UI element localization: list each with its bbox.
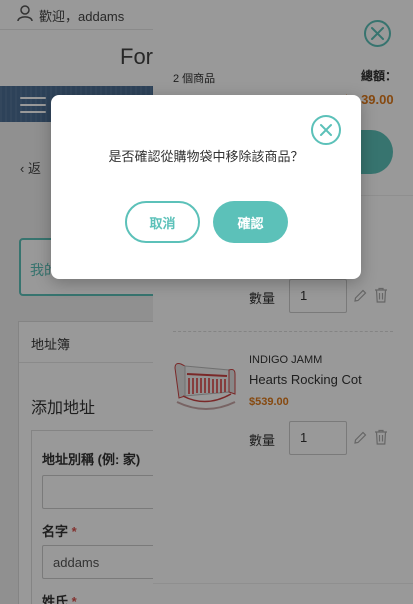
dialog-message: 是否確認從購物袋中移除該商品？ (108, 149, 304, 164)
confirm-button[interactable]: 確認 (213, 201, 288, 243)
remove-item-dialog: 是否確認從購物袋中移除該商品？ 取消 確認 (51, 95, 361, 279)
close-icon (320, 124, 332, 136)
dialog-close-button[interactable] (311, 115, 341, 145)
cancel-button[interactable]: 取消 (125, 201, 200, 243)
modal-overlay[interactable] (0, 0, 413, 604)
